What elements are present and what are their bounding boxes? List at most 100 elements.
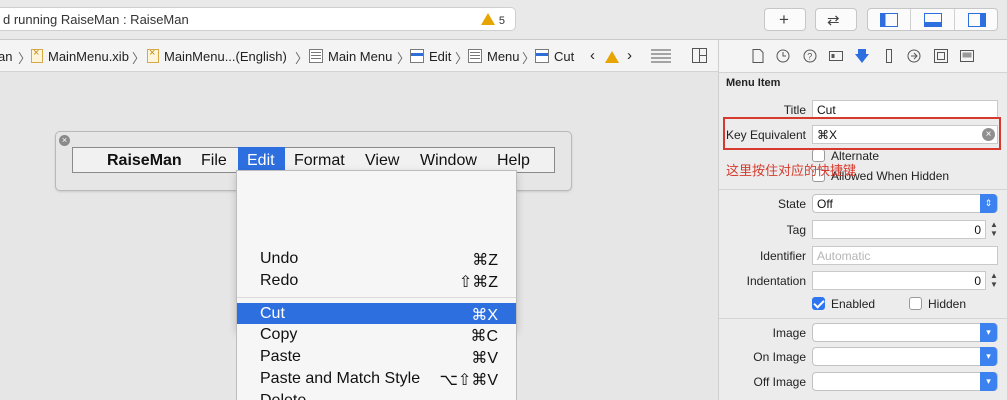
warning-indicator[interactable]: 5: [480, 12, 505, 27]
effects-inspector-icon[interactable]: [960, 49, 974, 63]
breadcrumb-separator: 〉: [18, 51, 32, 66]
bindings-inspector-icon[interactable]: [934, 49, 948, 63]
warning-icon: [480, 13, 495, 25]
breadcrumb-localization[interactable]: MainMenu...(English): [147, 47, 287, 64]
checkbox-box: [909, 297, 922, 310]
breadcrumb-edit[interactable]: Edit: [410, 49, 451, 64]
breadcrumb-menu[interactable]: Menu: [468, 49, 520, 64]
left-panel-icon: [880, 12, 898, 27]
checkbox-label: Enabled: [831, 297, 876, 311]
utilities-toggle[interactable]: [956, 9, 998, 30]
help-icon[interactable]: ?: [803, 49, 817, 63]
menu-file[interactable]: File: [201, 152, 227, 170]
add-button[interactable]: +: [764, 8, 806, 31]
tag-stepper[interactable]: ▲ ▼: [989, 220, 999, 239]
menu-item-label: Delete: [260, 392, 306, 400]
menu-item-cut[interactable]: Cut ⌘X: [237, 303, 516, 325]
indentation-stepper[interactable]: ▲ ▼: [989, 271, 999, 290]
menu-item-label: Paste: [260, 348, 301, 365]
warning-icon[interactable]: [605, 51, 619, 63]
view-toggle-group: [867, 8, 998, 31]
identifier-label: Identifier: [759, 249, 806, 263]
debug-toggle[interactable]: [912, 9, 955, 30]
hidden-checkbox[interactable]: Hidden: [909, 297, 966, 311]
breadcrumb-cut[interactable]: Cut: [535, 49, 574, 64]
connections-inspector-icon[interactable]: [907, 49, 921, 63]
menu-view[interactable]: View: [365, 152, 399, 170]
breadcrumb-mainmenu-xib[interactable]: MainMenu.xib: [31, 47, 129, 64]
section-title: Menu Item: [726, 77, 781, 89]
document-items-icon[interactable]: [651, 49, 671, 63]
identifier-field[interactable]: Automatic: [812, 246, 998, 265]
breadcrumb-separator: 〉: [132, 51, 146, 66]
indentation-label: Indentation: [746, 274, 806, 288]
indentation-field[interactable]: 0: [812, 271, 986, 290]
enabled-checkbox[interactable]: Enabled: [812, 297, 875, 311]
state-value: Off: [817, 197, 833, 211]
breadcrumb-label: Edit: [429, 49, 452, 64]
shortcut-label: ⌘C: [470, 328, 498, 345]
image-combo[interactable]: ▾: [812, 323, 998, 342]
menu-item-redo[interactable]: Redo ⇧⌘Z: [237, 270, 516, 292]
menu-item-label: Redo: [260, 272, 299, 289]
menu-window[interactable]: Window: [420, 152, 477, 170]
close-icon[interactable]: ×: [59, 135, 70, 146]
menu-item-icon: [410, 49, 424, 63]
image-label: Image: [772, 326, 806, 340]
breadcrumb-label: Menu: [487, 49, 520, 64]
edit-menu-dropdown-lower: Copy ⌘C Paste ⌘V Paste and Match Style ⌥⇧⌘V…: [236, 324, 517, 400]
breadcrumb-label: Cut: [554, 49, 575, 64]
breadcrumb-label: MainMenu.xib: [48, 49, 129, 64]
flip-button[interactable]: ⇄: [815, 8, 857, 31]
menu-help[interactable]: Help: [497, 152, 530, 170]
tag-field[interactable]: 0: [812, 220, 986, 239]
breadcrumb-separator: 〉: [522, 51, 536, 66]
activity-status-text: d running RaiseMan : RaiseMan: [3, 12, 189, 27]
next-issue-icon[interactable]: ›: [627, 47, 632, 64]
breadcrumb-label: Main Menu: [328, 49, 393, 64]
navigator-toggle[interactable]: [868, 9, 911, 30]
menu-icon: [468, 49, 482, 63]
menu-item-undo[interactable]: Undo ⌘Z: [237, 248, 516, 270]
on-image-combo[interactable]: ▾: [812, 347, 998, 366]
off-image-label: Off Image: [753, 375, 806, 389]
previous-issue-icon[interactable]: ‹: [590, 47, 595, 64]
size-inspector-icon[interactable]: [882, 49, 896, 63]
menu-item-delete[interactable]: Delete: [237, 390, 516, 400]
menu-item-copy[interactable]: Copy ⌘C: [237, 324, 516, 346]
menu-format[interactable]: Format: [294, 152, 345, 170]
breadcrumb-label: MainMenu...(English): [164, 49, 287, 64]
chevron-updown-icon: ⇕: [980, 194, 997, 213]
warning-count: 5: [498, 15, 505, 27]
tag-label: Tag: [786, 223, 806, 237]
history-icon[interactable]: [776, 49, 790, 63]
shortcut-label: ⇧⌘Z: [458, 274, 498, 291]
menu-raiseman[interactable]: RaiseMan: [107, 152, 182, 170]
activity-view: d running RaiseMan : RaiseMan 5: [0, 7, 516, 31]
title-label: Title: [783, 103, 806, 117]
divider: [719, 318, 1007, 319]
add-editor-icon[interactable]: [692, 48, 707, 63]
breadcrumb-main-menu[interactable]: Main Menu: [309, 49, 392, 64]
arrows-icon: ⇄: [827, 12, 840, 29]
identity-inspector-icon[interactable]: [829, 49, 843, 63]
breadcrumb-separator: 〉: [397, 51, 411, 66]
chevron-down-icon: ▾: [980, 323, 997, 342]
checkbox-box-checked: [812, 297, 825, 310]
menu-item-paste-match-style[interactable]: Paste and Match Style ⌥⇧⌘V: [237, 368, 516, 390]
off-image-combo[interactable]: ▾: [812, 372, 998, 391]
xib-icon: [147, 47, 159, 63]
menu-item-paste[interactable]: Paste ⌘V: [237, 346, 516, 368]
menu-icon: [309, 49, 323, 63]
window-toolbar: d running RaiseMan : RaiseMan 5 + ⇄: [0, 0, 1007, 40]
menu-item-label: Cut: [260, 305, 285, 322]
state-label: State: [777, 197, 806, 211]
attributes-inspector-icon[interactable]: [855, 49, 869, 63]
checkbox-label: Hidden: [928, 297, 967, 311]
file-inspector-icon[interactable]: [751, 49, 765, 63]
menu-item-icon: [535, 49, 549, 63]
inspector-tab-bar: ?: [718, 40, 1007, 73]
state-popup[interactable]: Off ⇕: [812, 194, 998, 213]
breadcrumb-project[interactable]: an: [0, 49, 12, 64]
xib-icon: [31, 47, 43, 63]
